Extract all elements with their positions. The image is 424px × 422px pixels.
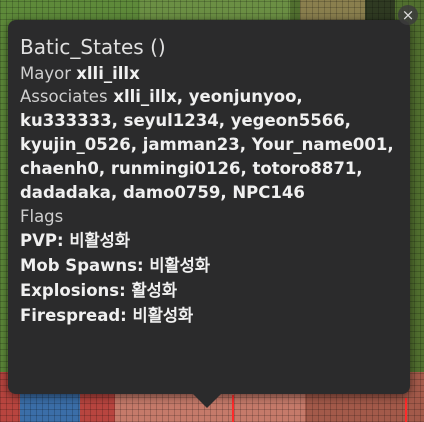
flag-name: Mob Spawns: [20,256,144,275]
close-button[interactable]: × [398,5,418,25]
flag-row-firespread: Firespread: 비활성화 [20,303,398,328]
close-icon[interactable]: × [402,6,415,24]
flag-value: 비활성화 [149,256,211,275]
flag-value: 비활성화 [69,231,131,250]
flag-row-explosions: Explosions: 활성화 [20,278,398,303]
flag-row-mob-spawns: Mob Spawns: 비활성화 [20,253,398,278]
flags-label: Flags [20,207,64,226]
region-title: Batic_States () [20,35,166,59]
region-info-popup: Batic_States () Mayor xlli_illx Associat… [8,20,410,394]
associates-row: Associates xlli_illx, yeonjunyoo, ku3333… [20,85,398,205]
flag-name: Explosions: [20,281,126,300]
associates-label: Associates [20,87,108,106]
flag-value: 활성화 [131,281,177,300]
popup-pointer [193,394,221,408]
flag-name: PVP: [20,231,64,250]
flag-row-pvp: PVP: 비활성화 [20,228,398,253]
region-border [405,398,407,422]
mayor-label: Mayor [20,64,71,83]
flag-value: 비활성화 [132,306,194,325]
region-border [232,395,234,422]
flag-name: Firespread: [20,306,127,325]
mayor-row: Mayor xlli_illx [20,62,398,85]
mayor-value: xlli_illx [76,64,140,83]
